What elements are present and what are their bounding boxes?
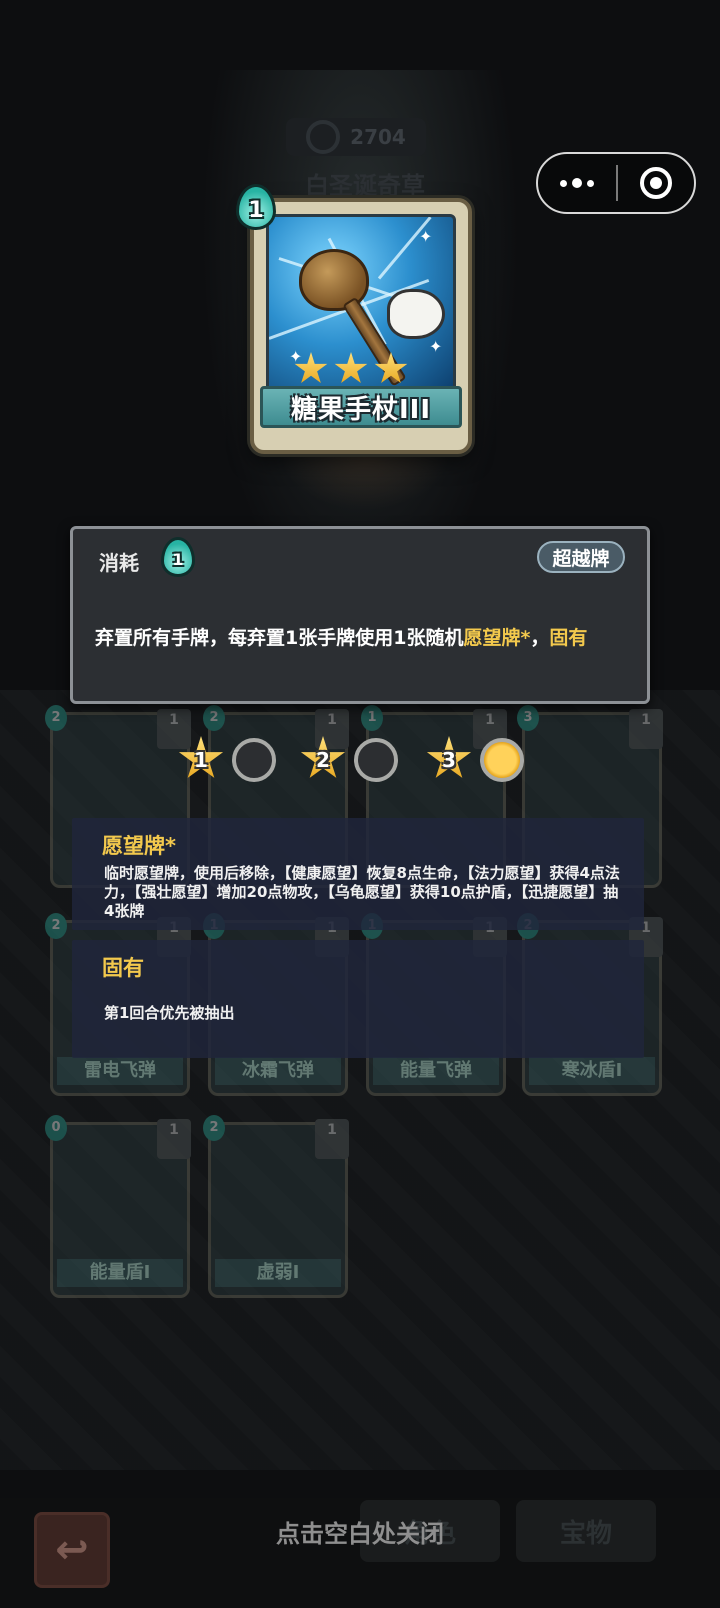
keyword-wish-card[interactable]: 愿望牌* [463, 627, 530, 649]
card-cost: 2 [45, 913, 67, 939]
description-separator: ， [530, 627, 550, 649]
mana-drop-icon: 1 [236, 184, 276, 230]
card-count: 1 [315, 1119, 349, 1159]
card-cost: 3 [517, 705, 539, 731]
card-count: 1 [629, 709, 663, 749]
tooltip-title: 固有 [102, 956, 144, 980]
card-cost: 0 [45, 1115, 67, 1141]
tier-2-toggle[interactable] [354, 738, 398, 782]
more-dots-icon[interactable] [538, 154, 616, 212]
keyword-tooltip-innate: 固有 第1回合优先被抽出 [72, 940, 644, 1058]
tier-number: 3 [442, 748, 456, 772]
card-star-rating [294, 352, 408, 386]
deck-card[interactable]: 0 1 能量盾I [45, 1115, 191, 1298]
keyword-innate[interactable]: 固有 [549, 627, 587, 649]
upgrade-tier-selector: 1 2 3 [178, 736, 538, 786]
card-name: 糖果手杖III [290, 394, 432, 425]
card-name: 能量飞弹 [373, 1057, 499, 1085]
card-name: 寒冰盾I [529, 1057, 655, 1085]
tooltip-title: 愿望牌* [102, 834, 176, 858]
keyword-tooltip-wish-card: 愿望牌* 临时愿望牌，使用后移除，【健康愿望】恢复8点生命，【法力愿望】获得4点… [72, 818, 644, 930]
featured-card: ✦ ✦ ✦ 糖果手杖III [250, 198, 472, 454]
tier-3-toggle[interactable] [480, 738, 524, 782]
card-cost: 1 [361, 705, 383, 731]
card-description: 弃置所有手牌，每弃置1张手牌使用1张随机愿望牌*，固有 [95, 623, 635, 650]
star-icon [334, 352, 368, 383]
description-text: 弃置所有手牌，每弃置1张手牌使用1张随机 [95, 627, 464, 649]
miniprogram-capsule [536, 152, 696, 214]
card-cost: 2 [45, 705, 67, 731]
card-count: 1 [157, 1119, 191, 1159]
tier-number: 1 [194, 748, 208, 772]
cost-value: 1 [172, 550, 184, 569]
tier-number: 2 [316, 748, 330, 772]
card-type-badge: 超越牌 [537, 541, 625, 573]
card-cost: 1 [248, 198, 264, 223]
card-cost: 2 [203, 705, 225, 731]
tooltip-body: 临时愿望牌，使用后移除，【健康愿望】恢复8点生命，【法力愿望】获得4点法力，【强… [104, 864, 620, 920]
card-cost: 2 [203, 1115, 225, 1141]
glove-icon [387, 289, 445, 339]
star-icon [374, 352, 408, 383]
card-detail-overlay[interactable]: 2704 白圣诞奇草 2 1 2 1 1 1 3 1 2 1 雷电飞弹 1 1 … [0, 0, 720, 1608]
card-name: 虚弱I [215, 1259, 341, 1287]
target-circle-icon[interactable] [618, 167, 694, 199]
cost-label: 消耗 [99, 551, 139, 575]
tier-1-toggle[interactable] [232, 738, 276, 782]
mana-drop-icon: 1 [161, 537, 195, 577]
card-name-bar: 糖果手杖III [260, 386, 462, 428]
deck-card[interactable]: 2 1 虚弱I [203, 1115, 349, 1298]
tooltip-body: 第1回合优先被抽出 [104, 1004, 235, 1022]
star-icon [294, 352, 328, 383]
card-name: 能量盾I [57, 1259, 183, 1287]
card-name: 雷电飞弹 [57, 1057, 183, 1085]
card-name: 冰霜飞弹 [215, 1057, 341, 1085]
card-info-panel: 消耗 1 超越牌 弃置所有手牌，每弃置1张手牌使用1张随机愿望牌*，固有 [70, 526, 650, 704]
close-hint[interactable]: 点击空白处关闭 [0, 1514, 720, 1549]
